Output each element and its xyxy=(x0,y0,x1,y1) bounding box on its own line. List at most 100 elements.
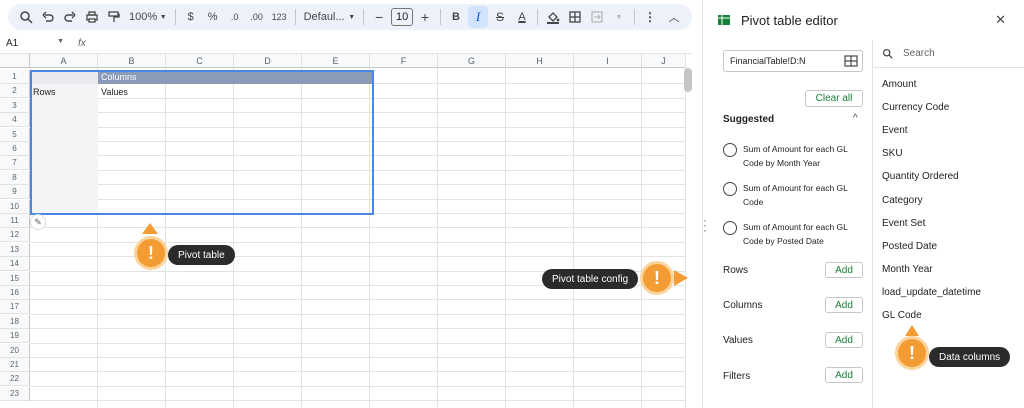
undo-button[interactable] xyxy=(38,6,58,28)
redo-button[interactable] xyxy=(60,6,80,28)
pivot-config-column: FinancialTable!D:N Clear all Suggested ^… xyxy=(703,40,873,408)
field-item[interactable]: SKU xyxy=(882,148,903,159)
row-header[interactable]: 4 xyxy=(0,113,30,128)
field-item[interactable]: Month Year xyxy=(882,264,933,275)
strikethrough-button[interactable]: S xyxy=(490,6,510,28)
row-header[interactable]: 22 xyxy=(0,372,30,387)
row-header[interactable]: 6 xyxy=(0,142,30,156)
row-header[interactable]: 9 xyxy=(0,185,30,200)
field-item[interactable]: Event Set xyxy=(882,218,925,229)
row-header[interactable]: 16 xyxy=(0,286,30,300)
column-header[interactable]: D xyxy=(234,54,302,68)
more-options-button[interactable]: ⋮ xyxy=(640,6,660,28)
column-header[interactable]: C xyxy=(166,54,234,68)
suggestion-label: Sum of Amount for each GL Code by Posted… xyxy=(743,222,848,246)
row-header[interactable]: 1 xyxy=(0,70,30,84)
row-header[interactable]: 11 xyxy=(0,214,30,228)
decrease-decimal-button[interactable]: .0 xyxy=(225,6,245,28)
field-item[interactable]: Event xyxy=(882,125,908,136)
merge-options-button[interactable]: ▼ xyxy=(609,6,629,28)
collapse-toolbar-button[interactable]: ︿ xyxy=(664,6,684,28)
formula-input[interactable] xyxy=(86,36,692,52)
add-filters-button[interactable]: Add xyxy=(825,367,863,383)
print-button[interactable] xyxy=(82,6,102,28)
column-header[interactable]: A xyxy=(30,54,98,68)
decrease-font-size-button[interactable]: − xyxy=(369,6,389,28)
column-header[interactable]: E xyxy=(302,54,370,68)
edit-pivot-button[interactable]: ✎ xyxy=(30,214,46,230)
row-header[interactable]: 21 xyxy=(0,358,30,372)
gridline-horizontal xyxy=(30,400,686,402)
borders-button[interactable] xyxy=(565,6,585,28)
select-all-corner[interactable] xyxy=(0,54,30,68)
gridline-horizontal xyxy=(30,313,686,315)
row-header[interactable]: 19 xyxy=(0,329,30,344)
row-header[interactable]: 13 xyxy=(0,242,30,257)
text-color-button[interactable]: A xyxy=(512,6,532,28)
row-header[interactable]: 12 xyxy=(0,228,30,243)
search-menus-button[interactable] xyxy=(16,6,36,28)
merge-cells-button[interactable] xyxy=(587,6,607,28)
filters-section-label: Filters xyxy=(723,371,751,382)
suggestion-item[interactable]: Sum of Amount for each GL Code xyxy=(723,181,863,209)
field-item[interactable]: Currency Code xyxy=(882,102,949,113)
close-button[interactable]: ✕ xyxy=(995,12,1006,28)
suggestion-item[interactable]: Sum of Amount for each GL Code by Posted… xyxy=(723,220,863,248)
collapse-suggested-button[interactable]: ^ xyxy=(853,113,858,124)
radio-button[interactable] xyxy=(723,182,737,196)
field-item[interactable]: Amount xyxy=(882,79,916,90)
paint-format-button[interactable] xyxy=(104,6,124,28)
column-header[interactable]: J xyxy=(642,54,686,68)
field-item[interactable]: Category xyxy=(882,195,923,206)
add-rows-button[interactable]: Add xyxy=(825,262,863,278)
radio-button[interactable] xyxy=(723,143,737,157)
vertical-scrollbar[interactable] xyxy=(684,68,692,92)
field-item[interactable]: Quantity Ordered xyxy=(882,171,959,182)
row-header[interactable]: 10 xyxy=(0,199,30,214)
clear-all-button[interactable]: Clear all xyxy=(805,90,863,107)
bold-button[interactable]: B xyxy=(446,6,466,28)
toolbar-divider xyxy=(174,9,176,25)
row-header[interactable]: 5 xyxy=(0,127,30,142)
row-header[interactable]: 2 xyxy=(0,84,30,99)
field-item[interactable]: load_update_datetime xyxy=(882,287,981,298)
increase-font-size-button[interactable]: + xyxy=(415,6,435,28)
field-item[interactable]: GL Code xyxy=(882,310,922,321)
fill-color-button[interactable] xyxy=(543,6,563,28)
column-header[interactable]: G xyxy=(438,54,506,68)
add-values-button[interactable]: Add xyxy=(825,332,863,348)
zoom-select[interactable]: 100% ▼ xyxy=(126,6,170,28)
row-header[interactable]: 20 xyxy=(0,343,30,358)
resize-handle[interactable]: · · · xyxy=(703,214,709,236)
row-header[interactable]: 8 xyxy=(0,170,30,185)
data-range-field[interactable]: FinancialTable!D:N xyxy=(723,50,863,72)
add-columns-button[interactable]: Add xyxy=(825,297,863,313)
italic-button[interactable]: I xyxy=(467,6,488,28)
toolbar-divider xyxy=(536,9,538,25)
row-header[interactable]: 15 xyxy=(0,271,30,286)
font-select[interactable]: Defaul... ▼ xyxy=(301,6,359,28)
column-header[interactable]: I xyxy=(574,54,642,68)
spreadsheet-grid[interactable]: ABCDEFGHIJ 1 2 3 4 5 6 7 8 9 10 11 12 13 14 15 16 17 18 19… xyxy=(0,54,686,408)
currency-format-button[interactable]: $ xyxy=(181,6,201,28)
field-search-input[interactable] xyxy=(903,48,1013,59)
more-formats-button[interactable]: 123 xyxy=(269,6,290,28)
column-header[interactable]: H xyxy=(506,54,574,68)
callout-pointer-icon xyxy=(905,325,919,336)
suggestion-item[interactable]: Sum of Amount for each GL Code by Month … xyxy=(723,142,863,170)
column-header[interactable]: B xyxy=(98,54,166,68)
radio-button[interactable] xyxy=(723,221,737,235)
increase-decimal-button[interactable]: .00 xyxy=(247,6,267,28)
row-header[interactable]: 18 xyxy=(0,314,30,329)
row-header[interactable]: 14 xyxy=(0,257,30,272)
field-item[interactable]: Posted Date xyxy=(882,241,937,252)
row-header[interactable]: 7 xyxy=(0,156,30,171)
row-header[interactable]: 23 xyxy=(0,386,30,401)
percent-format-button[interactable]: % xyxy=(203,6,223,28)
font-size-input[interactable]: 10 xyxy=(391,8,413,26)
row-header[interactable]: 17 xyxy=(0,300,30,315)
grid-select-icon[interactable] xyxy=(844,54,858,68)
column-header[interactable]: F xyxy=(370,54,438,68)
name-box[interactable]: A1 ▼ xyxy=(0,38,70,49)
row-header[interactable]: 3 xyxy=(0,98,30,113)
